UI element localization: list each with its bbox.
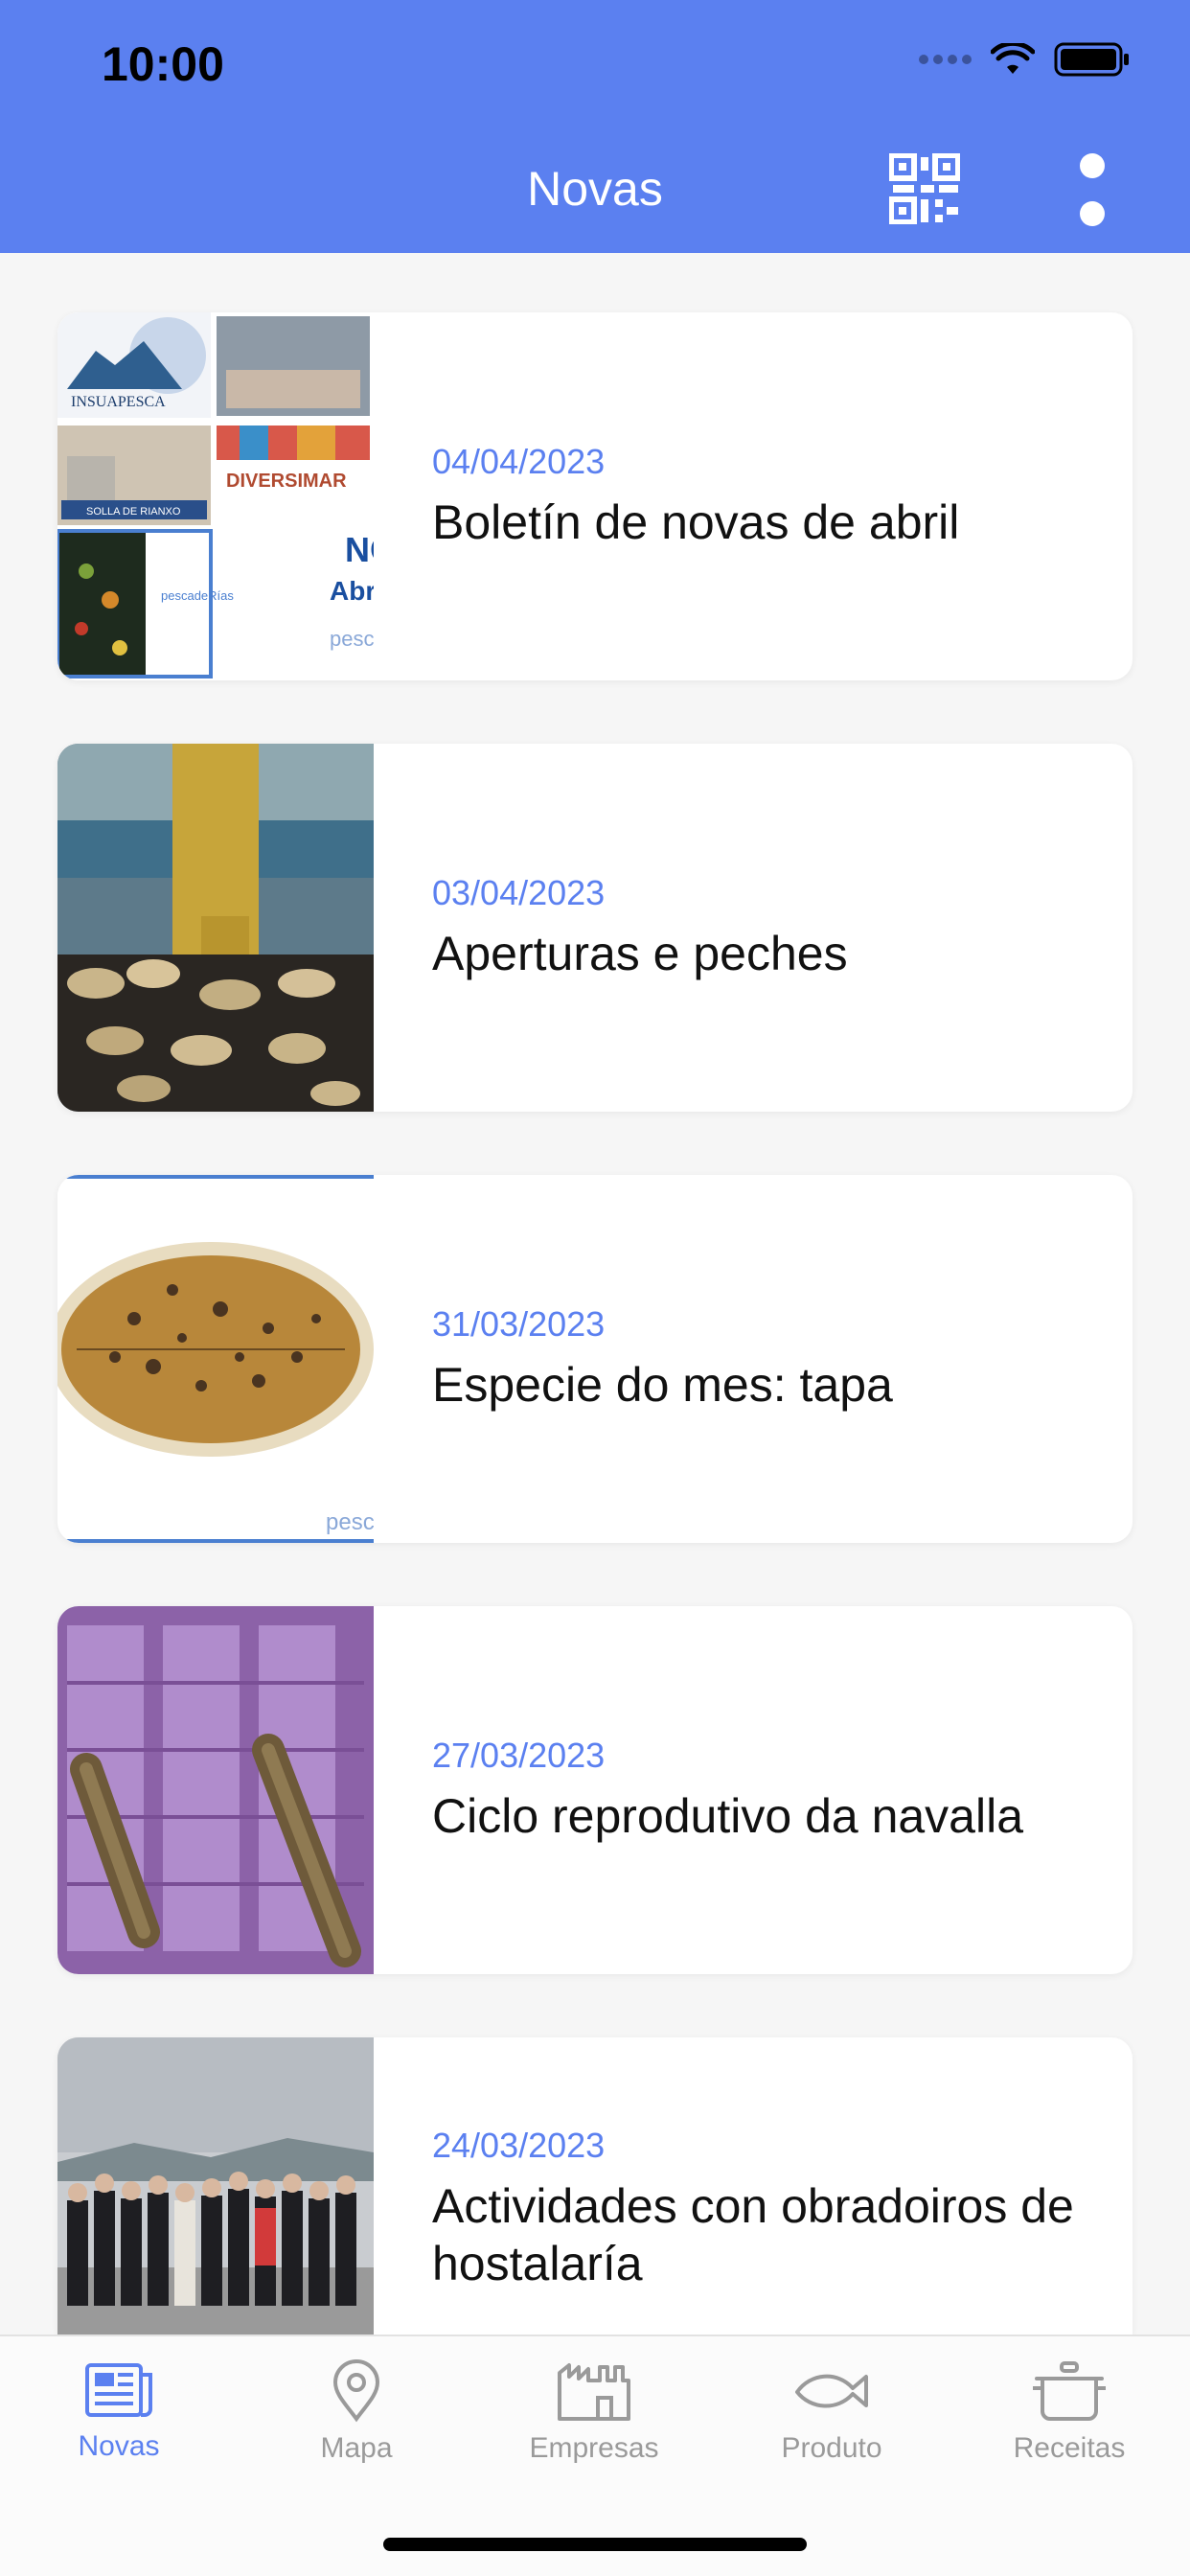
factory-icon (558, 2363, 630, 2421)
thumb-label: INSUAPESCA (71, 394, 166, 410)
news-thumbnail: INSUAPESCA SOLLA DE RIANXO DIVERSIMAR pe… (57, 312, 374, 680)
news-date: 31/03/2023 (432, 1304, 606, 1344)
status-icons (919, 42, 1131, 77)
qr-code-button[interactable] (888, 152, 961, 225)
thumb-label: SOLLA DE RIANXO (86, 506, 181, 518)
more-vertical-icon (1080, 153, 1105, 178)
tab-label: Receitas (1013, 2432, 1126, 2464)
tab-produto[interactable]: Produto (726, 2359, 937, 2465)
tab-mapa[interactable]: Mapa (251, 2359, 462, 2465)
news-title: Especie do mes: tapa (432, 1358, 893, 1412)
news-thumbnail (57, 1606, 374, 1974)
wifi-icon (991, 43, 1035, 74)
qr-code-icon (888, 152, 961, 225)
news-card[interactable]: 27/03/2023 Ciclo reprodutivo da navalla (57, 1606, 1133, 1974)
thumb-label: pesc (330, 627, 374, 651)
news-date: 03/04/2023 (432, 873, 606, 912)
news-card[interactable]: 24/03/2023 Actividades con obradoiros de… (57, 2037, 1133, 2334)
tab-label: Produto (781, 2432, 882, 2464)
thumb-label: pescadeRías (161, 588, 234, 603)
news-title: Ciclo reprodutivo da navalla (432, 1789, 1024, 1843)
news-thumbnail: pesc (57, 1175, 374, 1543)
newspaper-icon (85, 2363, 152, 2417)
tab-label: Empresas (529, 2432, 659, 2464)
news-title: Actividades con obradoiros de hostalaría (432, 2179, 1074, 2290)
news-title: Boletín de novas de abril (432, 495, 960, 549)
tab-empresas[interactable]: Empresas (489, 2359, 699, 2465)
tab-novas[interactable]: Novas (13, 2359, 224, 2463)
top-bar: 10:00 Novas (0, 0, 1190, 253)
thumb-label: Abr (330, 576, 374, 606)
thumb-label: pesc (326, 1509, 374, 1535)
pot-icon (1033, 2361, 1106, 2421)
fish-icon (795, 2374, 868, 2408)
home-indicator (383, 2538, 807, 2551)
news-title: Aperturas e peches (432, 927, 848, 980)
thumb-label: DIVERSIMAR (226, 471, 347, 492)
news-date: 04/04/2023 (432, 442, 606, 481)
news-card[interactable]: 03/04/2023 Aperturas e peches (57, 744, 1133, 1112)
status-time: 10:00 (102, 37, 224, 91)
news-date: 27/03/2023 (432, 1736, 606, 1775)
news-card[interactable]: INSUAPESCA SOLLA DE RIANXO DIVERSIMAR pe… (57, 312, 1133, 680)
battery-icon (1054, 42, 1129, 77)
more-options-button[interactable] (1073, 153, 1111, 226)
tab-receitas[interactable]: Receitas (964, 2359, 1175, 2465)
thumb-label: NO (345, 530, 374, 569)
news-date: 24/03/2023 (432, 2126, 606, 2165)
page-title: Novas (527, 162, 663, 216)
tab-label: Mapa (320, 2432, 393, 2464)
news-thumbnail (57, 744, 374, 1112)
news-card[interactable]: pesc 31/03/2023 Especie do mes: tapa (57, 1175, 1133, 1543)
map-pin-icon (332, 2359, 380, 2423)
news-thumbnail (57, 2037, 374, 2334)
cellular-signal-icon (919, 55, 972, 64)
tab-label: Novas (78, 2430, 160, 2462)
